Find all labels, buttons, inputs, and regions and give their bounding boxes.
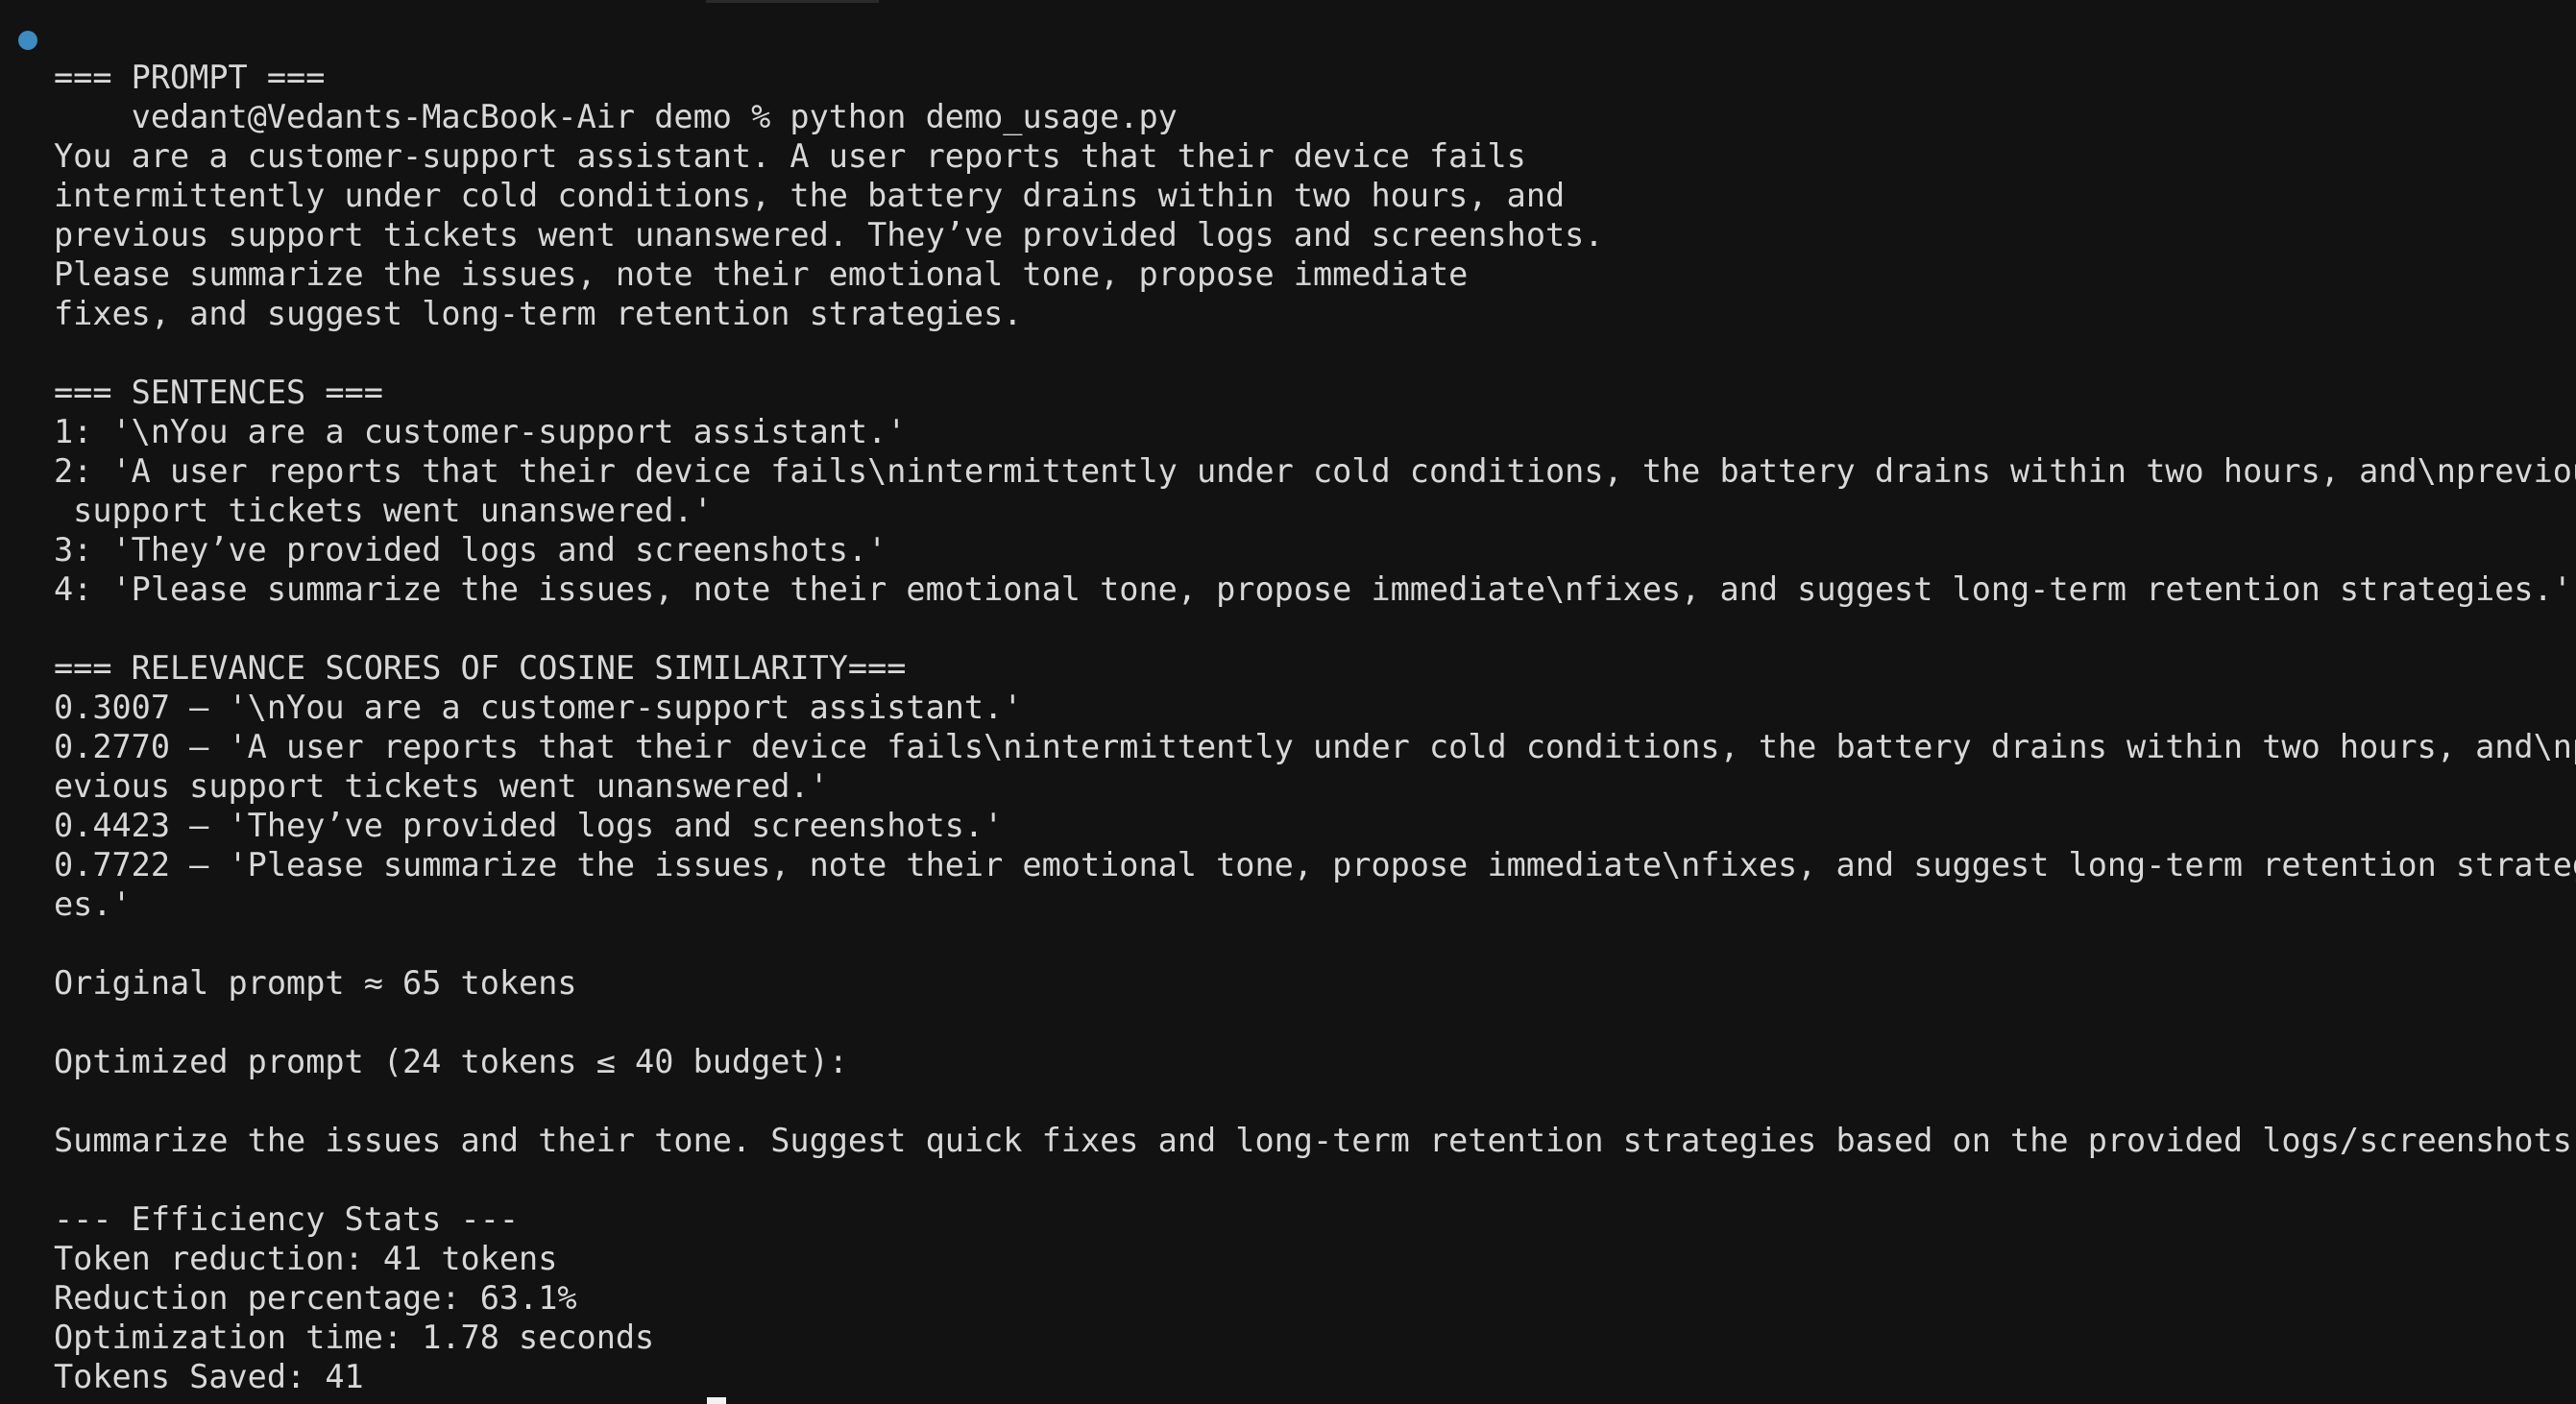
output-line: 4: 'Please summarize the issues, note th… <box>54 570 2572 608</box>
output-line: You are a customer-support assistant. A … <box>54 137 1526 175</box>
output-line: Optimization time: 1.78 seconds <box>54 1319 655 1356</box>
text-cursor <box>707 1397 726 1404</box>
output-line: 3: 'They’ve provided logs and screenshot… <box>54 531 887 569</box>
output-line: Original prompt ≈ 65 tokens <box>54 964 577 1002</box>
terminal-output: === PROMPT === You are a customer-support… <box>0 58 2576 1396</box>
output-line: 0.4423 – 'They’ve provided logs and scre… <box>54 807 1004 844</box>
output-line: --- Efficiency Stats --- <box>54 1200 520 1238</box>
output-line: previous support tickets went unanswered… <box>54 216 1604 254</box>
command-line: vedant@Vedants-MacBook-Air demo % python… <box>0 18 2576 135</box>
output-line: Tokens Saved: 41 <box>54 1358 364 1395</box>
output-line: === RELEVANCE SCORES OF COSINE SIMILARIT… <box>54 649 907 687</box>
output-line: evious support tickets went unanswered.' <box>54 767 829 805</box>
output-line: intermittently under cold conditions, th… <box>54 177 1566 214</box>
command-status-dot-icon[interactable] <box>18 31 37 50</box>
output-line: es.' <box>54 885 132 923</box>
output-line: 0.3007 – '\nYou are a customer-support a… <box>54 689 1023 726</box>
output-line: Reduction percentage: 63.1% <box>54 1279 577 1317</box>
output-line: 2: 'A user reports that their device fai… <box>54 452 2576 490</box>
terminal-window[interactable]: vedant@Vedants-MacBook-Air demo % python… <box>0 0 2576 1404</box>
terminal-tab-indicator <box>706 0 879 3</box>
output-line: support tickets went unanswered.' <box>54 492 713 529</box>
output-line: 0.2770 – 'A user reports that their devi… <box>54 728 2576 765</box>
output-line: 0.7722 – 'Please summarize the issues, n… <box>54 846 2576 884</box>
output-line: Token reduction: 41 tokens <box>54 1240 558 1277</box>
output-line: Summarize the issues and their tone. Sug… <box>54 1122 2576 1159</box>
output-line: fixes, and suggest long-term retention s… <box>54 295 1023 332</box>
output-line: === SENTENCES === <box>54 374 383 411</box>
output-line: Optimized prompt (24 tokens ≤ 40 budget)… <box>54 1043 848 1080</box>
partial-output-line <box>54 1394 707 1404</box>
output-line: === PROMPT === <box>54 59 326 96</box>
output-line: 1: '\nYou are a customer-support assista… <box>54 413 907 450</box>
output-line: Please summarize the issues, note their … <box>54 255 1469 293</box>
